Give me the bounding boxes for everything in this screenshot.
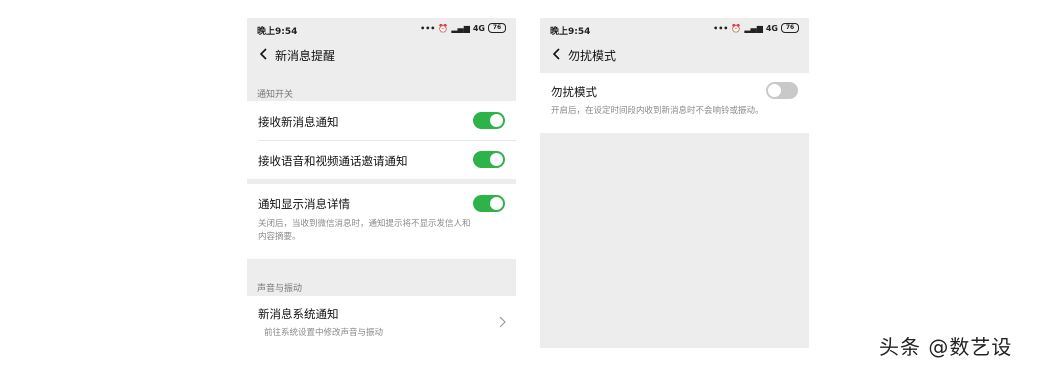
network-label: 4G (472, 23, 485, 33)
sound-panel: 新消息系统通知 前往系统设置中修改声音与振动 (247, 296, 516, 348)
page-title: 勿扰模式 (568, 49, 617, 63)
item-label: 接收新消息通知 (258, 115, 339, 129)
back-arrow-icon[interactable] (550, 47, 564, 61)
section-label-notifications: 通知开关 (257, 90, 294, 100)
item-description: 开启后，在设定时间段内收到新消息时不会响铃或振动。 (551, 106, 764, 116)
alarm-icon: ⏰ (438, 23, 449, 33)
item-label: 接收语音和视频通话邀请通知 (258, 154, 408, 168)
alarm-icon: ⏰ (731, 23, 742, 33)
status-time: 晚上9:54 (550, 27, 591, 37)
item-label: 勿扰模式 (551, 85, 597, 99)
nav-bar: 新消息提醒 (247, 40, 516, 70)
item-description-line1: 关闭后，当收到微信消息时，通知提示将不显示发信人和 (258, 219, 471, 229)
network-label: 4G (765, 23, 778, 33)
item-label: 新消息系统通知 (258, 307, 339, 321)
show-message-details-toggle[interactable] (473, 195, 505, 212)
section-label-sound: 声音与振动 (257, 284, 303, 294)
item-description-line2: 内容摘要。 (258, 232, 301, 242)
list-item-do-not-disturb[interactable]: 勿扰模式 开启后，在设定时间段内收到新消息时不会响铃或振动。 (540, 73, 809, 133)
toggle-knob (490, 153, 503, 166)
nav-bar: 勿扰模式 (540, 40, 809, 70)
dnd-panel: 勿扰模式 开启后，在设定时间段内收到新消息时不会响铃或振动。 (540, 73, 809, 133)
notification-toggles-panel: 接收新消息通知 接收语音和视频通话邀请通知 (247, 101, 516, 179)
call-invite-notifications-toggle[interactable] (473, 151, 505, 168)
status-icons: ••• ⏰ ▂▄▆ 4G 76 (420, 23, 506, 33)
more-icon: ••• (420, 23, 436, 33)
status-bar: 晚上9:54 ••• ⏰ ▂▄▆ 4G 76 (247, 18, 516, 40)
list-item-call-invite-notifications[interactable]: 接收语音和视频通话邀请通知 (247, 141, 516, 179)
do-not-disturb-toggle[interactable] (766, 82, 798, 99)
more-icon: ••• (713, 23, 729, 33)
watermark: 头条 @数艺设 (879, 335, 1013, 359)
status-time: 晚上9:54 (257, 27, 298, 37)
message-details-panel: 通知显示消息详情 关闭后，当收到微信消息时，通知提示将不显示发信人和 内容摘要。 (247, 184, 516, 259)
toggle-knob (490, 197, 503, 210)
toggle-knob (490, 114, 503, 127)
page-title: 新消息提醒 (275, 49, 336, 63)
item-description: 前往系统设置中修改声音与振动 (264, 328, 384, 338)
list-item-system-notifications[interactable]: 新消息系统通知 前往系统设置中修改声音与振动 (247, 296, 516, 348)
battery-icon: 76 (781, 23, 799, 33)
signal-icon: ▂▄▆ (451, 23, 470, 33)
toggle-knob (768, 84, 781, 97)
list-item-show-message-details[interactable]: 通知显示消息详情 关闭后，当收到微信消息时，通知提示将不显示发信人和 内容摘要。 (247, 184, 516, 259)
list-item-receive-notifications[interactable]: 接收新消息通知 (247, 101, 516, 140)
signal-icon: ▂▄▆ (744, 23, 763, 33)
new-message-settings-screen: 晚上9:54 ••• ⏰ ▂▄▆ 4G 76 新消息提醒 通知开关 接收新消息通… (247, 18, 516, 348)
receive-notifications-toggle[interactable] (473, 112, 505, 129)
chevron-right-icon (499, 316, 506, 328)
status-bar: 晚上9:54 ••• ⏰ ▂▄▆ 4G 76 (540, 18, 809, 40)
status-icons: ••• ⏰ ▂▄▆ 4G 76 (713, 23, 799, 33)
battery-icon: 76 (488, 23, 506, 33)
item-label: 通知显示消息详情 (258, 197, 350, 211)
back-arrow-icon[interactable] (257, 47, 271, 61)
do-not-disturb-screen: 晚上9:54 ••• ⏰ ▂▄▆ 4G 76 勿扰模式 勿扰模式 开启后，在设定… (540, 18, 809, 348)
